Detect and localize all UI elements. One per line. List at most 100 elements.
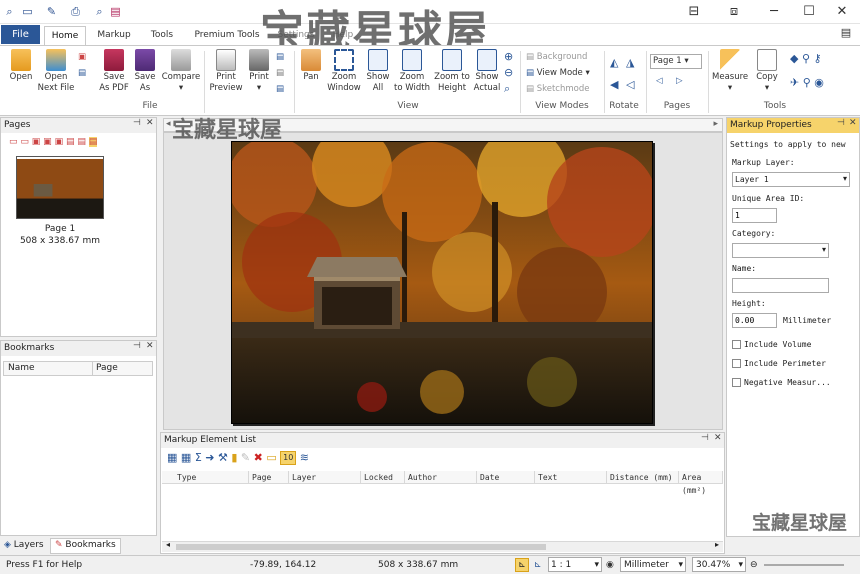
next-page-icon[interactable]: ▷ <box>676 76 683 86</box>
tab-bookmarks[interactable]: ✎ Bookmarks <box>50 538 121 554</box>
zoom-window-button[interactable]: Zoom Window <box>326 49 362 94</box>
arrow-right-icon[interactable]: ➜ <box>205 451 214 464</box>
sum-icon[interactable]: Σ <box>195 451 202 464</box>
layers-icon[interactable]: ≋ <box>300 451 309 464</box>
panel-close-icon[interactable]: ✕ <box>849 118 857 128</box>
document-page-image[interactable] <box>231 141 653 424</box>
include-perimeter-checkbox[interactable]: Include Perimeter <box>732 359 826 368</box>
pin-icon[interactable]: ⊣ <box>133 118 141 128</box>
zoom-to-width-button[interactable]: Zoom to Width <box>392 49 432 94</box>
tool-icon-2[interactable]: ✈ ⚲ ◉ <box>790 76 824 89</box>
page-thumbnail[interactable] <box>16 156 104 219</box>
save-as-pdf-button[interactable]: Save As PDF <box>98 49 130 94</box>
maximize-button[interactable]: ☐ <box>795 0 823 24</box>
scroll-left-icon[interactable]: ◂ <box>166 119 171 129</box>
sketchmode-toggle[interactable]: ▤ Sketchmode <box>526 84 589 94</box>
name-input[interactable] <box>732 278 829 293</box>
print-setup-icon[interactable]: ▤ <box>276 52 284 62</box>
print-icon[interactable]: ⎙ <box>68 4 83 19</box>
print-preview-button[interactable]: Print Preview <box>206 49 246 94</box>
pdf-icon[interactable]: ▤ <box>108 4 123 19</box>
category-select[interactable]: ▾ <box>732 243 829 258</box>
open-folder-icon[interactable]: ▭ <box>20 4 35 19</box>
checkbox[interactable] <box>732 359 741 368</box>
page-tool-icon[interactable]: ▭ <box>20 137 29 147</box>
rotate-right-icon[interactable]: ◮ <box>626 56 634 69</box>
pin-icon[interactable]: ⊣ <box>701 433 709 443</box>
print-batch-icon[interactable]: ▤ <box>276 68 284 78</box>
lock-icon[interactable]: ▮ <box>231 451 237 464</box>
markup-layer-select[interactable]: Layer 1 ▾ <box>732 172 850 187</box>
panel-close-icon[interactable]: ✕ <box>714 433 722 443</box>
previous-page-icon[interactable]: ◁ <box>656 76 663 86</box>
help-icon[interactable]: ⊟ <box>680 0 708 24</box>
scroll-right-icon[interactable]: ▸ <box>715 540 719 549</box>
horizontal-scrollbar[interactable]: ◂ ▸ <box>162 540 723 552</box>
area-id-input[interactable] <box>732 208 777 223</box>
zoom-select[interactable]: 30.47% ▾ <box>692 557 746 572</box>
column-layer[interactable]: Layer <box>289 471 361 484</box>
flip-vertical-icon[interactable]: ◁ <box>626 78 634 91</box>
minimize-button[interactable]: ─ <box>760 0 788 24</box>
edit-icon[interactable]: ✎ <box>241 451 250 464</box>
delete-icon[interactable]: ✖ <box>254 451 263 464</box>
column-page[interactable]: Page <box>96 363 118 373</box>
restore-layout-icon[interactable]: ⧈ <box>720 0 748 24</box>
column-name[interactable]: Name <box>8 363 35 373</box>
column-locked[interactable]: Locked <box>361 471 405 484</box>
recent-icon[interactable]: ▣ <box>78 52 86 62</box>
column-page[interactable]: Page <box>249 471 289 484</box>
tab-layers[interactable]: ◈ Layers <box>4 540 44 550</box>
list-tool-icon[interactable]: ▦ <box>181 451 191 464</box>
background-toggle[interactable]: ▤ Background <box>526 52 587 62</box>
compare-button[interactable]: Compare ▾ <box>160 49 202 94</box>
tab-home[interactable]: Home <box>44 26 86 45</box>
zoom-in-icon[interactable]: ⊕ <box>504 50 513 63</box>
print-button[interactable]: Print ▾ <box>246 49 272 94</box>
height-input[interactable] <box>732 313 777 328</box>
measure-button[interactable]: Measure ▾ <box>712 49 748 94</box>
print-options-icon[interactable]: ▤ <box>276 84 284 94</box>
show-all-button[interactable]: Show All <box>364 49 392 94</box>
rotate-left-icon[interactable]: ◭ <box>610 56 618 69</box>
zoom-out-icon[interactable]: ⊖ <box>750 556 758 574</box>
wrench-icon[interactable]: ⚒ <box>218 451 228 464</box>
include-volume-checkbox[interactable]: Include Volume <box>732 340 811 349</box>
column-area[interactable]: Area (mm²) <box>679 471 723 495</box>
page-tool-icon[interactable]: ▤ <box>77 137 86 147</box>
comment-icon[interactable]: ▭ <box>266 451 276 464</box>
scroll-right-icon[interactable]: ▸ <box>713 119 718 129</box>
column-distance[interactable]: Distance (mm) <box>607 471 679 484</box>
tab-markup[interactable]: Markup <box>92 26 136 45</box>
snap-icon[interactable]: ⊾ <box>515 558 529 572</box>
ortho-icon[interactable]: ⊾ <box>534 556 542 574</box>
scroll-left-icon[interactable]: ◂ <box>166 540 170 549</box>
zoom-slider[interactable] <box>764 564 844 566</box>
scrollbar-thumb[interactable] <box>176 544 546 550</box>
page-select[interactable]: Page 1 ▾ <box>650 54 702 69</box>
open-button[interactable]: Open <box>6 49 36 83</box>
list-tool-icon[interactable]: ▦ <box>167 451 177 464</box>
tab-premium-tools[interactable]: Premium Tools <box>190 26 264 45</box>
column-type[interactable]: Type <box>174 471 249 484</box>
zoom-previous-icon[interactable]: ⌕ <box>504 82 510 96</box>
unit-select[interactable]: Millimeter ▾ <box>620 557 686 572</box>
page-tool-icon[interactable]: ▤ <box>88 137 98 147</box>
checkbox[interactable] <box>732 378 741 387</box>
checkbox[interactable] <box>732 340 741 349</box>
view-mode-dropdown[interactable]: ▤ View Mode ▾ <box>526 68 590 78</box>
tab-file[interactable]: File <box>1 25 40 44</box>
column-text[interactable]: Text <box>535 471 607 484</box>
info-icon[interactable]: ▤ <box>78 68 86 78</box>
page-tool-icon[interactable]: ▣ <box>55 137 64 147</box>
pin-icon[interactable]: ⊣ <box>837 118 845 128</box>
negative-measure-checkbox[interactable]: Negative Measur... <box>732 378 831 387</box>
page-tool-icon[interactable]: ▣ <box>32 137 41 147</box>
open-next-file-button[interactable]: Open Next File <box>36 49 76 94</box>
pin-icon[interactable]: ⊣ <box>133 341 141 351</box>
print-preview-icon[interactable]: ⌕ <box>92 4 107 19</box>
scale-select[interactable]: 1 : 1 ▾ <box>548 557 602 572</box>
ribbon-options-icon[interactable]: ▤ <box>832 21 860 45</box>
flip-icon[interactable]: ◀ <box>610 78 618 91</box>
count-badge[interactable]: 10 <box>280 451 297 465</box>
